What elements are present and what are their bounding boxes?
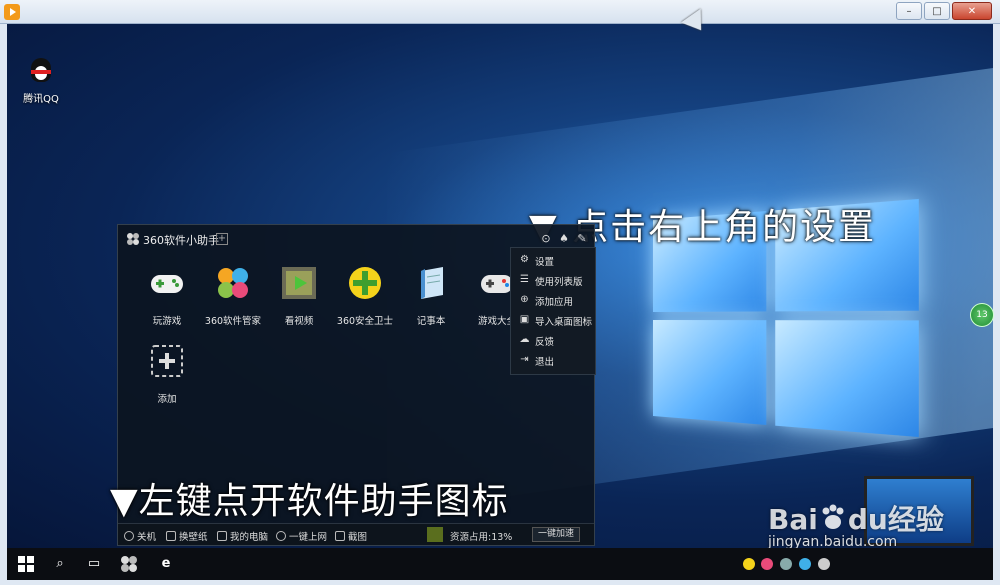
app-watch-video[interactable]: 看视频 [266, 265, 332, 327]
panel-title: 360软件小助手 [143, 234, 219, 247]
wallpaper-button[interactable]: 换壁纸 [166, 529, 208, 543]
tray-app-icon[interactable] [761, 558, 773, 570]
app-play-games[interactable]: 玩游戏 [134, 265, 200, 327]
wallpaper-icon [166, 531, 176, 541]
add-tab-button[interactable]: + [216, 233, 228, 245]
one-click-online-button[interactable]: 一键上网 [276, 529, 327, 543]
qq-penguin-icon[interactable] [27, 56, 55, 84]
settings-dropdown-menu: ⚙ 设置 ☰ 使用列表版 ⊕ 添加应用 ▣ 导入桌面图标 ☁ 反馈 ⇥ 退出 [510, 247, 596, 375]
app-notepad[interactable]: 记事本 [398, 265, 464, 327]
app-add[interactable]: 添加 [134, 343, 200, 405]
app-label: 看视频 [284, 316, 314, 327]
search-icon[interactable]: ⌕ [51, 555, 69, 573]
ie-browser-icon[interactable]: e [157, 555, 175, 573]
window-frame-bottom [0, 580, 1000, 585]
add-app-icon: ⊕ [520, 294, 529, 305]
360-logo-icon [127, 233, 139, 245]
app-label: 360软件管家 [204, 316, 262, 327]
app-software-manager[interactable]: 360软件管家 [200, 265, 266, 327]
video-icon [282, 267, 316, 299]
player-title-bar: – □ ✕ [0, 0, 1000, 24]
list-icon: ☰ [520, 274, 529, 285]
resource-indicator [427, 527, 443, 542]
app-label: 记事本 [416, 316, 446, 327]
power-icon [124, 531, 134, 541]
app-label: 360安全卫士 [336, 316, 394, 327]
import-icon: ▣ [519, 314, 530, 325]
gear-icon: ⚙ [520, 254, 529, 265]
360-helper-taskbar-icon[interactable] [120, 555, 138, 573]
exit-icon: ⇥ [520, 354, 529, 365]
tray-360-icon[interactable] [743, 558, 755, 570]
settings-dropdown-icon[interactable]: ⊙ [540, 233, 552, 245]
skin-shirt-icon[interactable]: ♠ [558, 233, 570, 245]
menu-item-list-mode[interactable]: ☰ 使用列表版 [511, 270, 597, 290]
screenshot-icon [335, 531, 345, 541]
software-manager-icon [218, 268, 248, 298]
menu-item-exit[interactable]: ⇥ 退出 [511, 350, 597, 370]
tray-bluetooth-icon[interactable] [780, 558, 792, 570]
maximize-button[interactable]: □ [924, 2, 950, 20]
windows-start-icon[interactable] [17, 555, 35, 573]
panel-bottom-bar: 关机 换壁纸 我的电脑 一键上网 截图 资源占用:13% 一键加速 [118, 523, 594, 545]
feedback-icon: ☁ [519, 334, 530, 345]
menu-item-feedback[interactable]: ☁ 反馈 [511, 330, 597, 350]
task-view-icon[interactable]: ▭ [85, 555, 103, 573]
screenshot-button[interactable]: 截图 [335, 529, 367, 543]
baidu-watermark: Bai du经验 [768, 503, 944, 536]
desktop-icon-label: 腾讯QQ [23, 94, 59, 105]
app-security-guard[interactable]: 360安全卫士 [332, 265, 398, 327]
minimize-button[interactable]: – [896, 2, 922, 20]
notepad-icon [421, 267, 443, 299]
gamepad-icon [151, 275, 183, 293]
close-button[interactable]: ✕ [952, 2, 992, 20]
window-controls: – □ ✕ [896, 2, 992, 20]
window-frame-left [0, 24, 7, 585]
menu-item-settings[interactable]: ⚙ 设置 [511, 250, 597, 270]
computer-icon [217, 531, 227, 541]
annotation-bottom: ▼左键点开软件助手图标 [110, 481, 509, 522]
accelerate-button[interactable]: 一键加速 [532, 527, 580, 542]
menu-item-add-app[interactable]: ⊕ 添加应用 [511, 290, 597, 310]
menu-item-import-icons[interactable]: ▣ 导入桌面图标 [511, 310, 597, 330]
globe-icon [276, 531, 286, 541]
resource-usage: 资源占用:13% [450, 532, 513, 543]
baidu-paw-icon [822, 504, 844, 529]
taskbar: ⌕ ▭ e [7, 548, 993, 580]
window-frame-right [993, 24, 1000, 585]
app-label: 玩游戏 [152, 316, 182, 327]
shutdown-button[interactable]: 关机 [124, 529, 156, 543]
edit-pen-icon[interactable]: ✎ [576, 233, 588, 245]
my-computer-button[interactable]: 我的电脑 [217, 529, 268, 543]
player-app-icon[interactable] [4, 4, 20, 20]
tray-network-icon[interactable] [799, 558, 811, 570]
security-guard-icon [349, 267, 381, 299]
floating-speed-ball[interactable]: 13 [970, 303, 994, 327]
add-icon [151, 345, 183, 377]
tray-volume-icon[interactable] [818, 558, 830, 570]
app-label: 添加 [157, 394, 177, 405]
